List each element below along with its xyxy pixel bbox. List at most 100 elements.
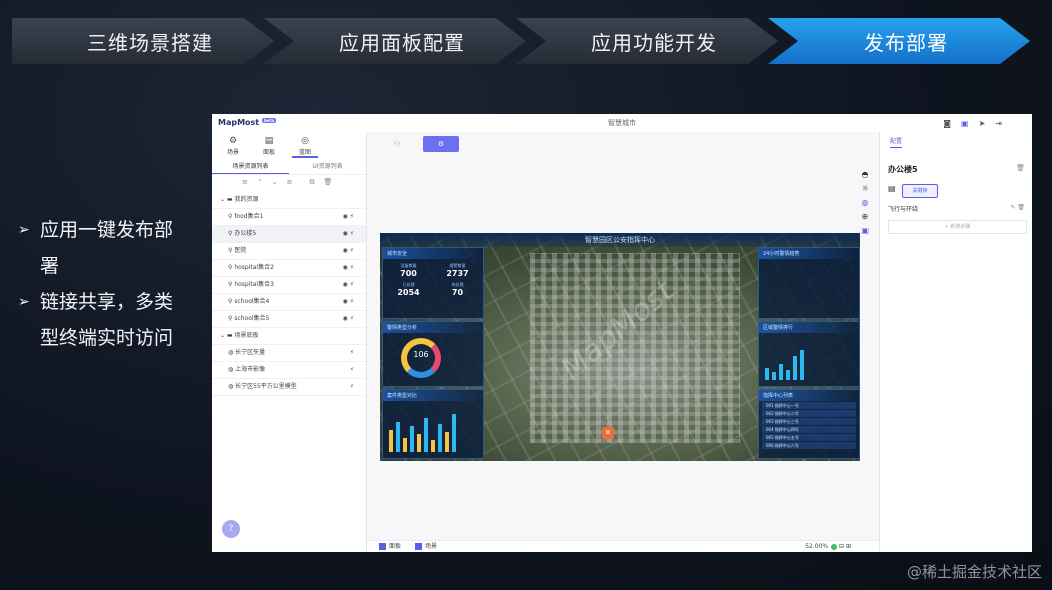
eye-icon[interactable]: ◉ ⚡ <box>343 209 354 225</box>
logout-icon[interactable]: ⇥ <box>995 119 1002 128</box>
bar-chart <box>389 410 456 452</box>
tree-item[interactable]: ⚲ school集合4 ◉ ⚡ <box>212 294 366 311</box>
scene-icon: ⚙ <box>228 136 238 146</box>
tree-item[interactable]: ⚲ school集合5 ◉ ⚡ <box>212 311 366 328</box>
dashboard-title: 智慧园区公安指挥中心 <box>380 233 860 247</box>
sun-icon[interactable]: ☼ <box>861 184 869 193</box>
list-row: 002 指挥中心二号 <box>762 410 856 417</box>
bar <box>786 370 790 380</box>
tab-scene-resources[interactable]: 场景资源列表 <box>212 160 289 174</box>
globe-icon[interactable]: ⊕ <box>861 212 869 221</box>
panel-title: 指挥中心列表 <box>759 390 859 401</box>
panel-city-safety: 城市安全 设备数量 700 报警数量 2737 已处理 2054 待处理 70 <box>382 247 484 319</box>
step-function-dev[interactable]: 应用功能开发 <box>516 18 778 64</box>
send-icon[interactable]: ➤ <box>979 119 986 128</box>
panel-title: 城市安全 <box>383 248 483 259</box>
bar <box>438 424 442 452</box>
tree-item[interactable]: ⚲ hospital集合2 ◉ ⚡ <box>212 260 366 277</box>
layer-icon[interactable]: ◓ <box>861 170 869 179</box>
copy-icon[interactable]: ⧉ <box>310 178 315 187</box>
chevron-up-icon[interactable]: ⌃ <box>257 178 263 187</box>
bar <box>452 414 456 452</box>
tab-blueprint[interactable]: ◎ 蓝图 <box>292 136 318 158</box>
tab-panel[interactable]: ▤ 面板 <box>256 136 282 158</box>
panel-layer-icon <box>379 543 386 550</box>
bolt-icon[interactable]: ⚡ <box>350 379 354 395</box>
resource-tree: ⌄ ▬ 我的资源 ⚲ food集合1 ◉ ⚡ ⚲ 办公楼5 ◉ ⚡ ⚲ 医院 ◉ ⚡ … <box>212 192 366 396</box>
list-icon[interactable]: ≡ <box>242 178 248 187</box>
tree-item[interactable]: ◍ 长宁区55平方公里模型 ⚡ <box>212 379 366 396</box>
list-row: 003 指挥中心三号 <box>762 418 856 425</box>
eye-icon[interactable]: ◉ ⚡ <box>343 226 354 242</box>
tree-item[interactable]: ⚲ 办公楼5 ◉ ⚡ <box>212 226 366 243</box>
preview-icon[interactable]: ▣ <box>961 119 969 128</box>
resource-tabs: 场景资源列表 UI资源列表 <box>212 160 366 175</box>
bolt-icon[interactable]: ⚡ <box>350 345 354 361</box>
panel-title: 案件类型对比 <box>383 390 483 401</box>
eye-icon[interactable]: ◉ ⚡ <box>343 243 354 259</box>
delete-icon[interactable]: 🗑 <box>324 178 333 187</box>
tree-item[interactable]: ⚲ 医院 ◉ ⚡ <box>212 243 366 260</box>
scene-layer-label[interactable]: 场景 <box>425 543 437 550</box>
mode-tabs: ⚙ 场景 ▤ 面板 ◎ 蓝图 <box>220 136 318 158</box>
tree-group[interactable]: ⌄ ▬ 我的资源 <box>212 192 366 209</box>
scene-preview[interactable]: MapMost 智慧园区公安指挥中心 城市安全 设备数量 700 报警数量 2737… <box>380 233 860 461</box>
add-step-button[interactable]: + 新增步骤 <box>888 220 1027 234</box>
panel-list: 指挥中心列表 001 指挥中心一号 002 指挥中心二号 003 指挥中心三号 … <box>758 389 860 459</box>
eye-icon[interactable]: ◉ ⚡ <box>343 311 354 327</box>
delete-icon[interactable]: 🗑 <box>1016 164 1025 172</box>
zoom-indicator[interactable]: 52.00% ⊟ ⊞ <box>805 541 851 552</box>
bar <box>765 368 769 380</box>
status-bar: 面板 场景 52.00% ⊟ ⊞ <box>367 540 879 552</box>
hierarchy-view-button[interactable]: ⚇ <box>379 136 415 152</box>
panel-district-rank: 区域警情排行 <box>758 321 860 387</box>
app-title: 智慧城市 <box>608 119 636 127</box>
app-window: 智慧城市 MapMost beta ◙ ▣ ➤ ⇥ ⚙ 场景 ▤ 面板 ◎ 蓝图 场景… <box>212 114 1032 552</box>
sort-icon[interactable]: ≡ <box>287 178 293 187</box>
alarm-marker-icon[interactable]: ✕ <box>602 427 614 439</box>
status-ok-icon <box>831 543 838 550</box>
donut-value: 106 <box>413 350 429 359</box>
view-tools: ◓ ☼ ◍ ⊕ ▣ <box>861 170 869 235</box>
bolt-icon[interactable]: ⚡ <box>350 362 354 378</box>
step-bar: 三维场景搭建 应用面板配置 应用功能开发 发布部署 <box>12 18 1032 64</box>
weather-icon[interactable]: ◍ <box>861 198 869 207</box>
step-panel-config[interactable]: 应用面板配置 <box>264 18 526 64</box>
stat: 已处理 2054 <box>397 282 420 297</box>
config-panel: 配置 办公楼5 🗑 ▤ 关键帧 飞行与环绕 ✎ 🗑 + 新增步骤 <box>879 132 1032 552</box>
step-publish-deploy[interactable]: 发布部署 <box>768 18 1030 64</box>
help-button[interactable]: ? <box>222 520 240 538</box>
viewport: ⚇ ⚙ ◓ ☼ ◍ ⊕ ▣ MapMost 智慧园区公安指挥中心 城市安全 设备… <box>367 132 879 540</box>
bar-chart <box>765 338 804 380</box>
chevron-down-icon[interactable]: ⌄ <box>272 178 278 187</box>
tree-item[interactable]: ⚲ food集合1 ◉ ⚡ <box>212 209 366 226</box>
panel-title: 警情类型分析 <box>383 322 483 333</box>
eye-icon[interactable]: ◉ ⚡ <box>343 277 354 293</box>
tree-item[interactable]: ⚲ hospital集合3 ◉ ⚡ <box>212 277 366 294</box>
keyframe-button[interactable]: 关键帧 <box>902 184 938 198</box>
tab-config[interactable]: 配置 <box>890 136 903 148</box>
bar <box>403 438 407 452</box>
arrow-icon: ➢ <box>18 222 30 238</box>
eye-icon[interactable]: ◉ ⚡ <box>343 294 354 310</box>
bar <box>424 418 428 452</box>
camera-icon[interactable]: ◙ <box>943 119 951 128</box>
cube-icon[interactable]: ▣ <box>861 226 869 235</box>
eye-icon[interactable]: ◉ ⚡ <box>343 260 354 276</box>
tab-scene[interactable]: ⚙ 场景 <box>220 136 246 158</box>
arrow-icon: ➢ <box>18 294 30 310</box>
tree-item[interactable]: ◍ 长宁区矢量 ⚡ <box>212 345 366 362</box>
tree-toolbar: ≡ ⌃ ⌄ ≡ ⧉ 🗑 <box>242 178 332 187</box>
blueprint-icon: ◎ <box>301 136 309 146</box>
tab-ui-resources[interactable]: UI资源列表 <box>289 160 366 174</box>
settings-view-button[interactable]: ⚙ <box>423 136 459 152</box>
panel-layer-label[interactable]: 面板 <box>389 543 401 550</box>
bullet-item: ➢ 应用一键发布部署 <box>18 212 178 284</box>
panel-alarm-types: 警情类型分析 106 <box>382 321 484 387</box>
tree-group[interactable]: ⌄ ▬ 场景底板 <box>212 328 366 345</box>
edit-delete-icons[interactable]: ✎ 🗑 <box>1010 204 1025 211</box>
step-scene-build[interactable]: 三维场景搭建 <box>12 18 274 64</box>
selected-object-name: 办公楼5 <box>888 165 918 174</box>
list-row: 005 指挥中心五号 <box>762 434 856 441</box>
tree-item[interactable]: ◍ 上海市影像 ⚡ <box>212 362 366 379</box>
